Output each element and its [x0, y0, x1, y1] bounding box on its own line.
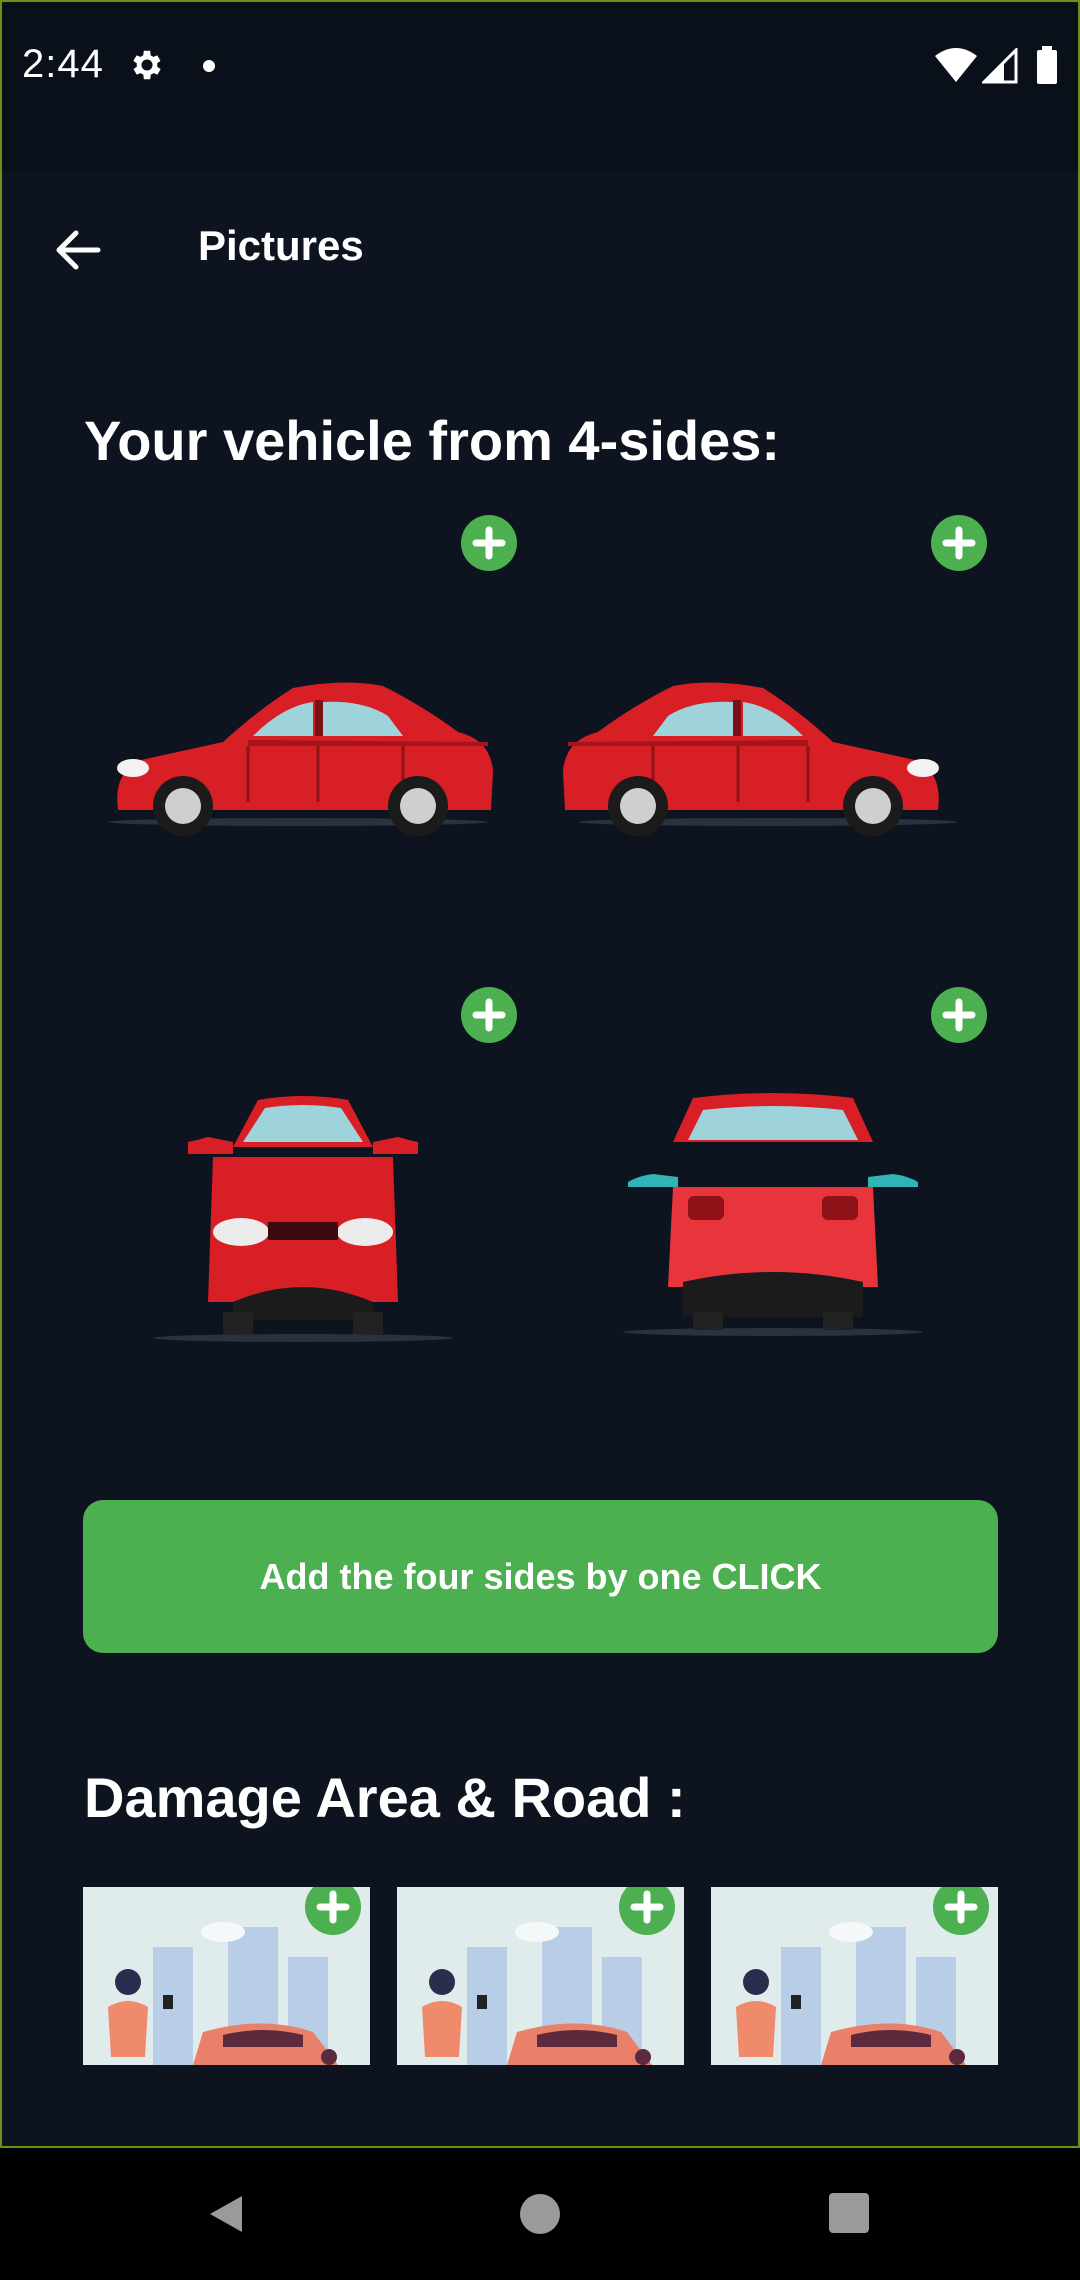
app-bar: Pictures — [0, 170, 1080, 330]
system-navigation-bar — [0, 2148, 1080, 2280]
plus-icon — [472, 998, 506, 1032]
back-arrow-icon[interactable] — [48, 220, 108, 280]
nav-home-icon[interactable] — [518, 2192, 562, 2236]
car-left-side-tile[interactable] — [83, 510, 517, 930]
car-side-left-image — [108, 682, 493, 836]
plus-icon — [944, 1890, 978, 1924]
damage-photo-tile-1[interactable] — [83, 1887, 370, 2065]
status-time: 2:44 — [22, 42, 104, 86]
status-bar: 2:44 — [0, 0, 1080, 170]
car-side-right-image — [563, 682, 958, 836]
settings-gear-icon — [133, 50, 161, 80]
add-left-side-button[interactable] — [461, 515, 517, 571]
add-damage-photo-3-button[interactable] — [933, 1887, 989, 1935]
add-front-button[interactable] — [461, 987, 517, 1043]
battery-icon — [1037, 46, 1057, 84]
car-rear-tile[interactable] — [553, 982, 987, 1402]
add-right-side-button[interactable] — [931, 515, 987, 571]
page-title: Pictures — [198, 222, 364, 269]
add-rear-button[interactable] — [931, 987, 987, 1043]
plus-icon — [942, 998, 976, 1032]
damage-section-title: Damage Area & Road : — [84, 1766, 686, 1829]
damage-photo-tile-3[interactable] — [711, 1887, 998, 2065]
nav-back-icon[interactable] — [204, 2192, 248, 2236]
add-damage-photo-2-button[interactable] — [619, 1887, 675, 1935]
damage-photo-tile-2[interactable] — [397, 1887, 684, 2065]
plus-icon — [630, 1890, 664, 1924]
plus-icon — [316, 1890, 350, 1924]
add-four-sides-button[interactable]: Add the four sides by one CLICK — [83, 1500, 998, 1653]
plus-icon — [942, 526, 976, 560]
car-right-side-tile[interactable] — [553, 510, 987, 930]
add-damage-photo-1-button[interactable] — [305, 1887, 361, 1935]
car-front-image — [153, 1096, 453, 1342]
vehicle-section-title: Your vehicle from 4-sides: — [84, 409, 781, 472]
cell-signal-icon — [982, 48, 1018, 84]
nav-recents-icon[interactable] — [828, 2192, 870, 2234]
notification-dot-icon — [203, 60, 215, 72]
plus-icon — [472, 526, 506, 560]
wifi-icon — [935, 48, 977, 82]
car-front-tile[interactable] — [83, 982, 517, 1402]
car-rear-image — [623, 1093, 923, 1336]
